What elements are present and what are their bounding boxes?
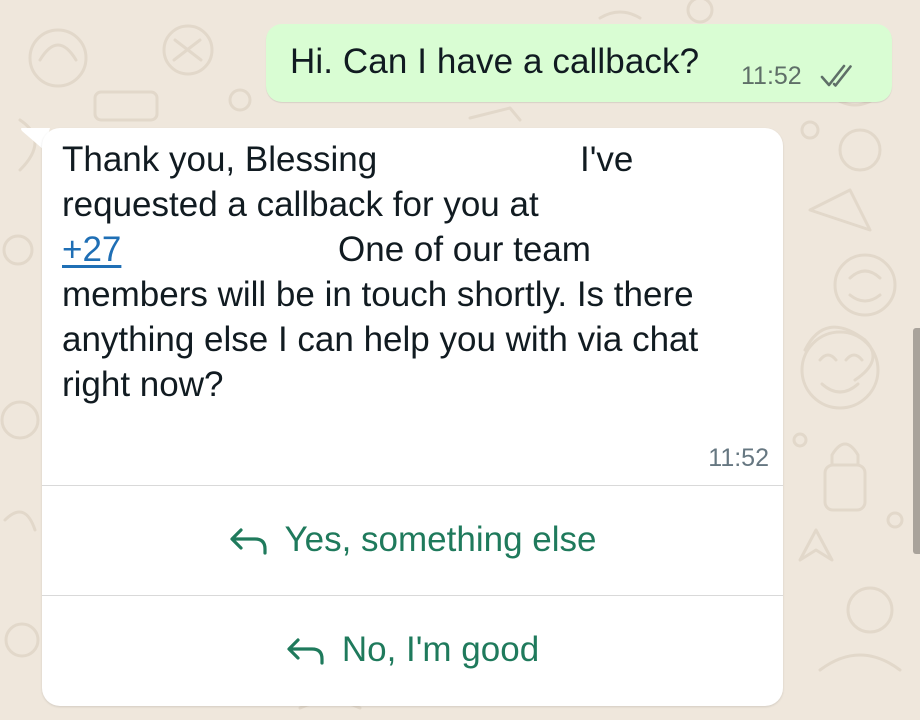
outgoing-message-time: 11:52 [741, 62, 802, 90]
message-text-line: anything else I can help you with via ch… [62, 320, 699, 359]
scrollbar[interactable] [913, 328, 920, 554]
message-text-line: right now? [62, 365, 224, 404]
phone-number-link[interactable]: +27 [62, 230, 121, 270]
incoming-message-time: 11:52 [708, 444, 769, 472]
quick-reply-label: No, I'm good [341, 630, 540, 669]
outgoing-message-text: Hi. Can I have a callback? [290, 42, 700, 81]
incoming-message-bubble[interactable]: Thank you, Blessing I've requested a cal… [42, 128, 783, 706]
message-text-fragment: I've [580, 140, 634, 179]
message-text-line: members will be in touch shortly. Is the… [62, 275, 694, 314]
message-text-line: requested a callback for you at [62, 185, 539, 224]
quick-reply-label: Yes, something else [284, 520, 597, 559]
reply-arrow-icon [286, 635, 326, 665]
reply-arrow-icon [229, 525, 269, 555]
message-text-line: Thank you, Blessing [62, 140, 378, 179]
message-text-fragment: One of our team [338, 230, 591, 269]
outgoing-message-bubble[interactable]: Hi. Can I have a callback? 11:52 [266, 24, 892, 102]
quick-reply-no-button[interactable]: No, I'm good [42, 596, 783, 704]
double-check-icon [820, 64, 858, 93]
quick-reply-yes-button[interactable]: Yes, something else [42, 486, 783, 594]
